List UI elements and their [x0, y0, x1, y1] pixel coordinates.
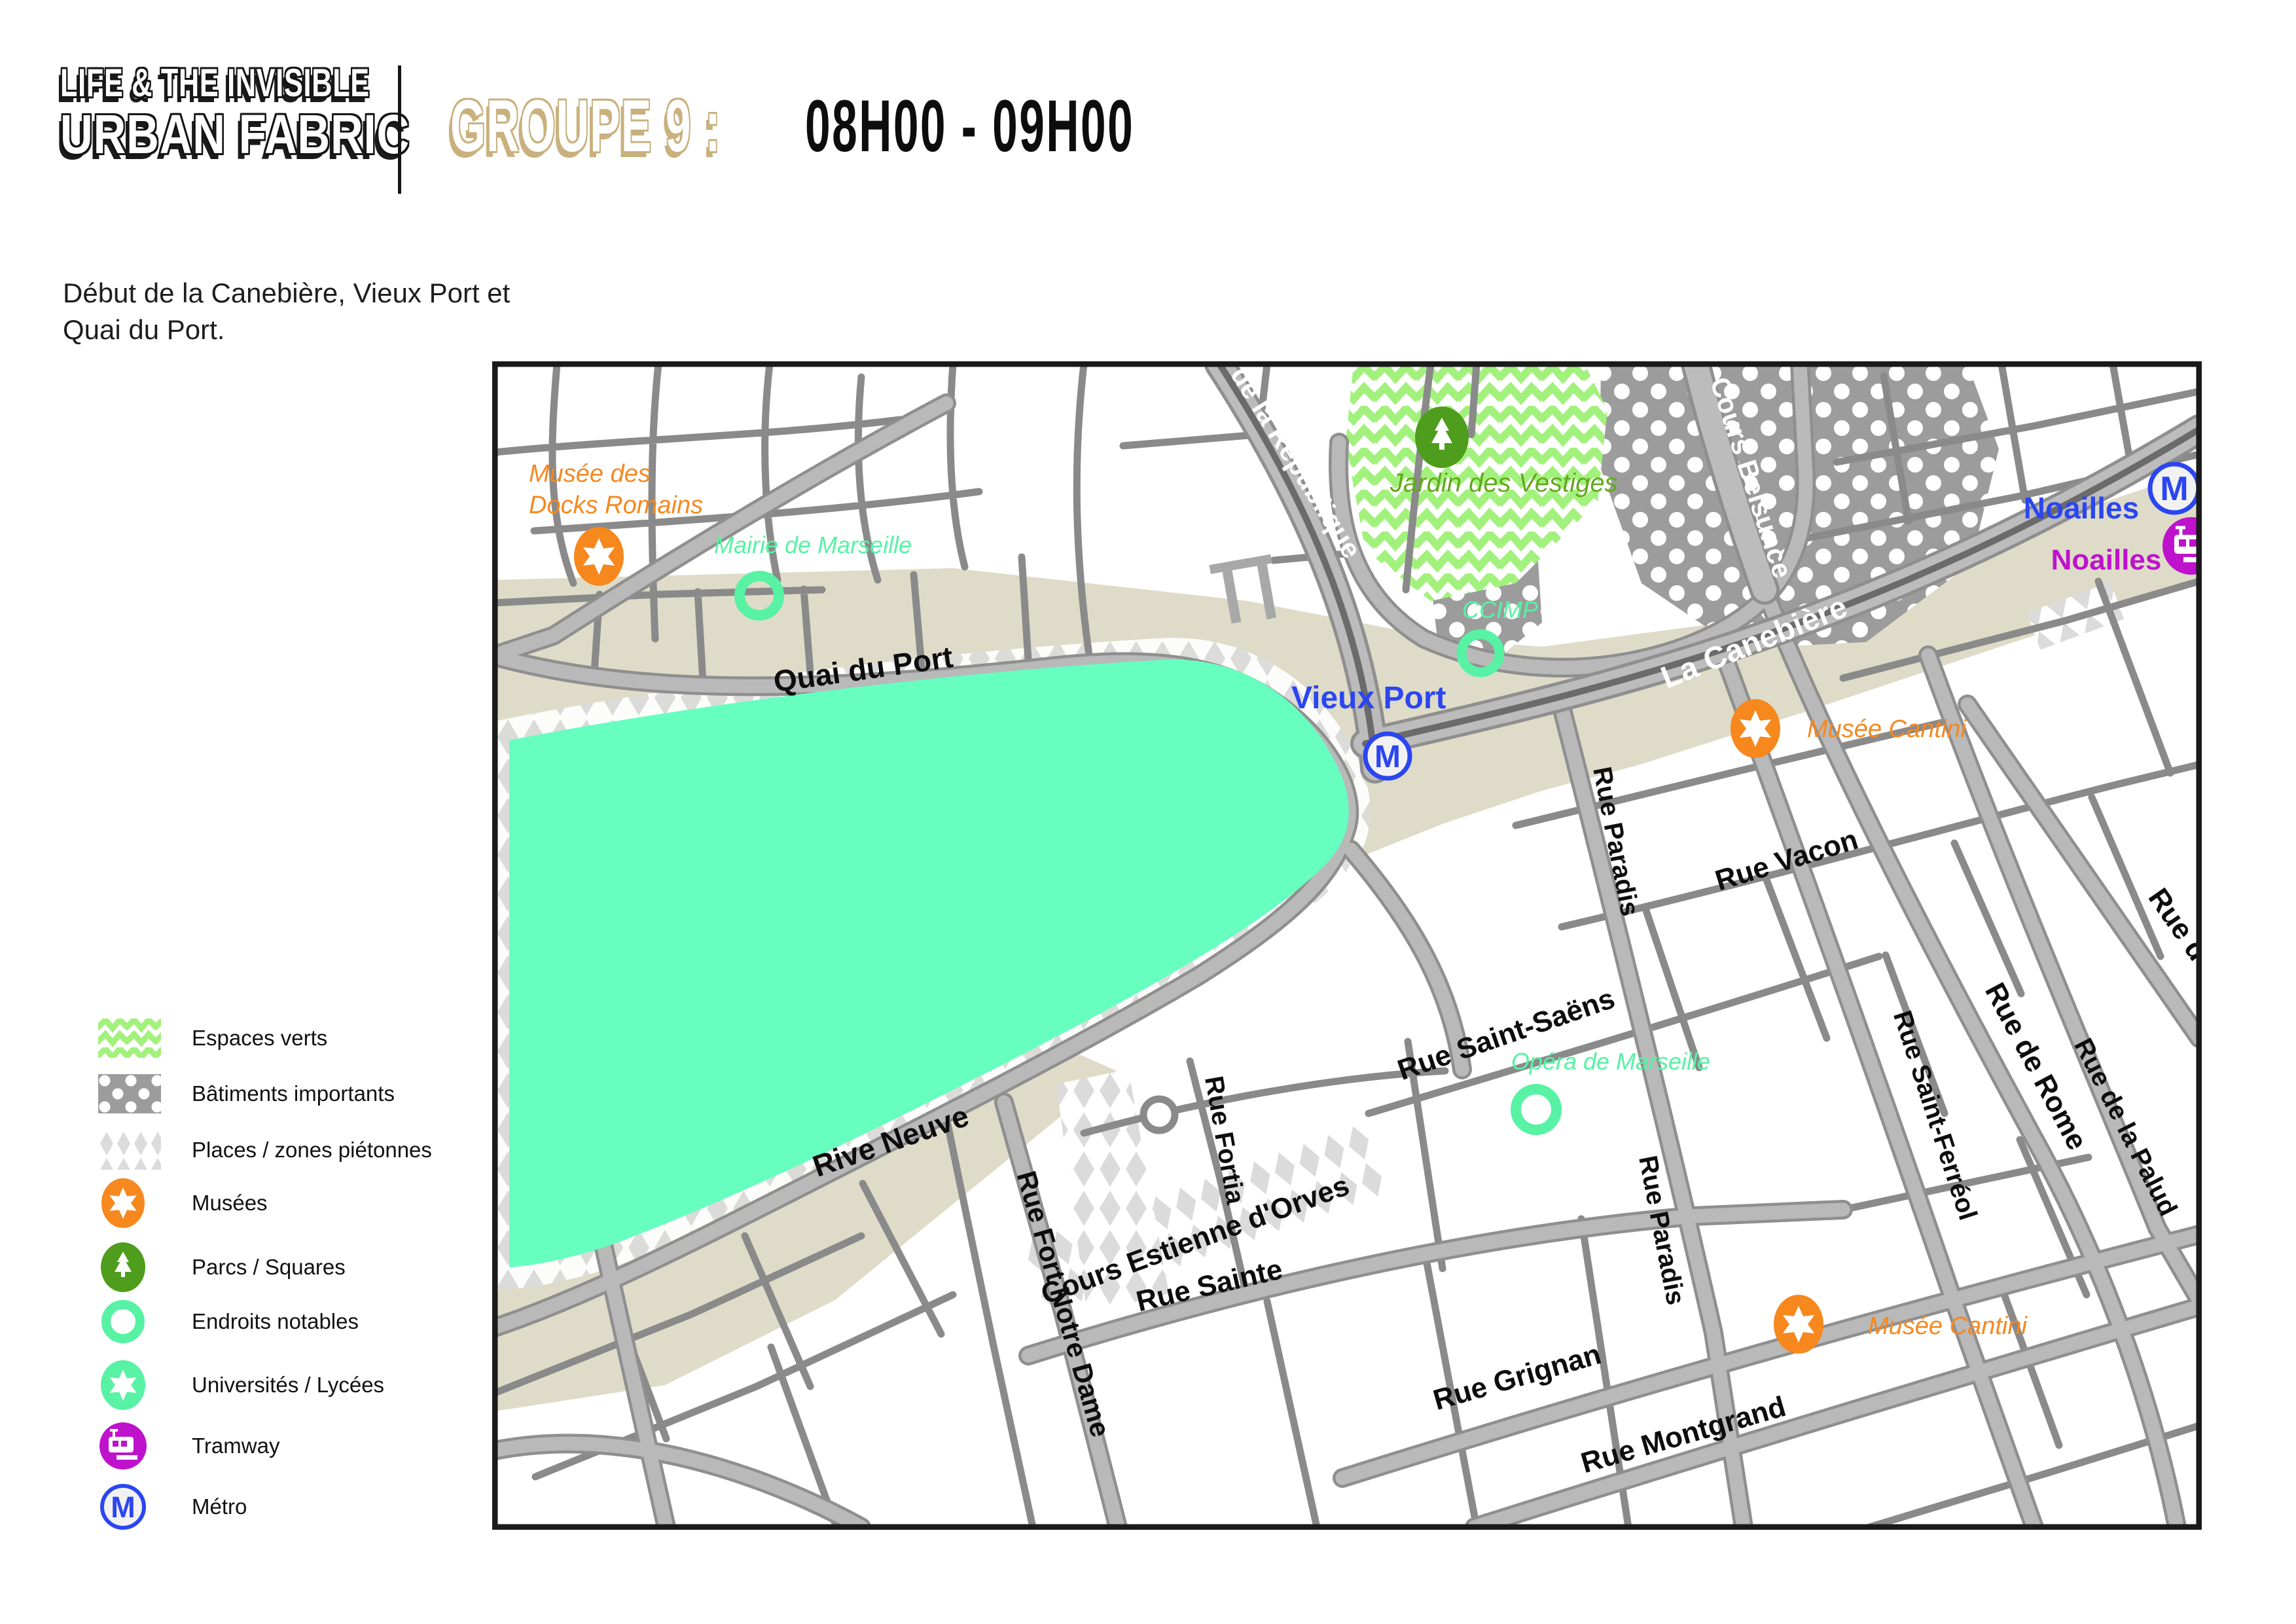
tram-icon — [98, 1420, 161, 1471]
museum-marker-cantini-lower — [1774, 1295, 1823, 1354]
legend-item-parcs: Parcs / Squares — [98, 1242, 161, 1292]
legend-label: Bâtiments importants — [192, 1081, 395, 1106]
legend-item-batiments: Bâtiments importants — [98, 1074, 161, 1113]
dots-swatch-icon — [98, 1074, 161, 1113]
notable-ring-icon — [98, 1299, 161, 1344]
poi-label-ccimp: CCIMP — [1462, 596, 1538, 623]
legend-label: Endroits notables — [192, 1309, 359, 1334]
legend-label: Métro — [192, 1494, 247, 1519]
legend-item-places: Places / zones piétonnes — [98, 1130, 161, 1170]
header-divider — [398, 65, 401, 194]
legend-label: Musées — [192, 1191, 268, 1216]
poi-label-jardin-des-vestiges: Jardin des Vestiges — [1390, 469, 1618, 497]
legend-label: Universités / Lycées — [192, 1373, 384, 1398]
poi-label-musee-docks-line2: Docks Romains — [529, 492, 703, 519]
park-icon — [98, 1242, 161, 1292]
poi-label-noailles-metro: Noailles — [2024, 491, 2139, 525]
group-label: GROUPE 9 : — [450, 84, 721, 168]
legend-item-musees: Musées — [98, 1178, 161, 1228]
map-canvas: M M Quai du Port Rive Neuve Cours Estien… — [492, 361, 2202, 1530]
university-icon — [98, 1360, 161, 1410]
poi-label-vieux-port: Vieux Port — [1291, 681, 1446, 715]
legend-label: Tramway — [192, 1434, 279, 1458]
poi-label-noailles-tram: Noailles — [2051, 544, 2162, 576]
museum-icon — [98, 1178, 161, 1228]
svg-text:M: M — [111, 1490, 135, 1524]
legend-label: Parcs / Squares — [192, 1255, 346, 1280]
poi-label-opera: Opéra de Marseille — [1511, 1048, 1710, 1075]
time-range: 08H00 - 09H00 — [805, 84, 1134, 168]
metro-icon: M — [98, 1482, 161, 1532]
poi-label-mairie: Mairie de Marseille — [714, 532, 912, 558]
route-description: Début de la Canebière, Vieux Port et Qua… — [63, 275, 547, 348]
park-marker-jardin — [1415, 406, 1469, 468]
roundabout — [1143, 1099, 1175, 1130]
legend-item-tramway: Tramway — [98, 1420, 161, 1471]
museum-marker-cantini-upper — [1731, 699, 1780, 758]
diamond-swatch-icon — [98, 1130, 161, 1170]
legend-item-espaces-verts: Espaces verts — [98, 1019, 161, 1058]
legend-item-metro: M Métro — [98, 1482, 161, 1532]
metro-letter: M — [2160, 470, 2188, 508]
city-map: M M Quai du Port Rive Neuve Cours Estien… — [492, 361, 2202, 1530]
group-header: GROUPE 9 : 08H00 - 09H00 — [450, 84, 1336, 168]
chevron-swatch-icon — [98, 1019, 161, 1058]
legend-item-universites: Universités / Lycées — [98, 1360, 161, 1410]
page: { "header": { "title_line1": "LIFE & THE… — [0, 0, 2296, 1624]
metro-marker-noailles: M — [2150, 464, 2198, 513]
poi-label-musee-cantini-upper: Musée Cantini — [1807, 715, 1967, 743]
legend-item-endroits: Endroits notables — [98, 1299, 161, 1344]
title-line2: URBAN FABRIC — [60, 107, 410, 163]
app-title: LIFE & THE INVISIBLE URBAN FABRIC — [60, 63, 490, 163]
title-line1: LIFE & THE INVISIBLE — [60, 63, 370, 103]
museum-marker-docks-romains — [574, 527, 624, 586]
legend-label: Espaces verts — [192, 1026, 327, 1051]
metro-marker-vieux-port: M — [1365, 734, 1410, 778]
poi-label-musee-cantini-lower: Musée Cantini — [1868, 1312, 2028, 1340]
legend-label: Places / zones piétonnes — [192, 1138, 432, 1163]
poi-label-musee-docks-line1: Musée des — [529, 460, 651, 488]
metro-letter: M — [1374, 740, 1401, 774]
